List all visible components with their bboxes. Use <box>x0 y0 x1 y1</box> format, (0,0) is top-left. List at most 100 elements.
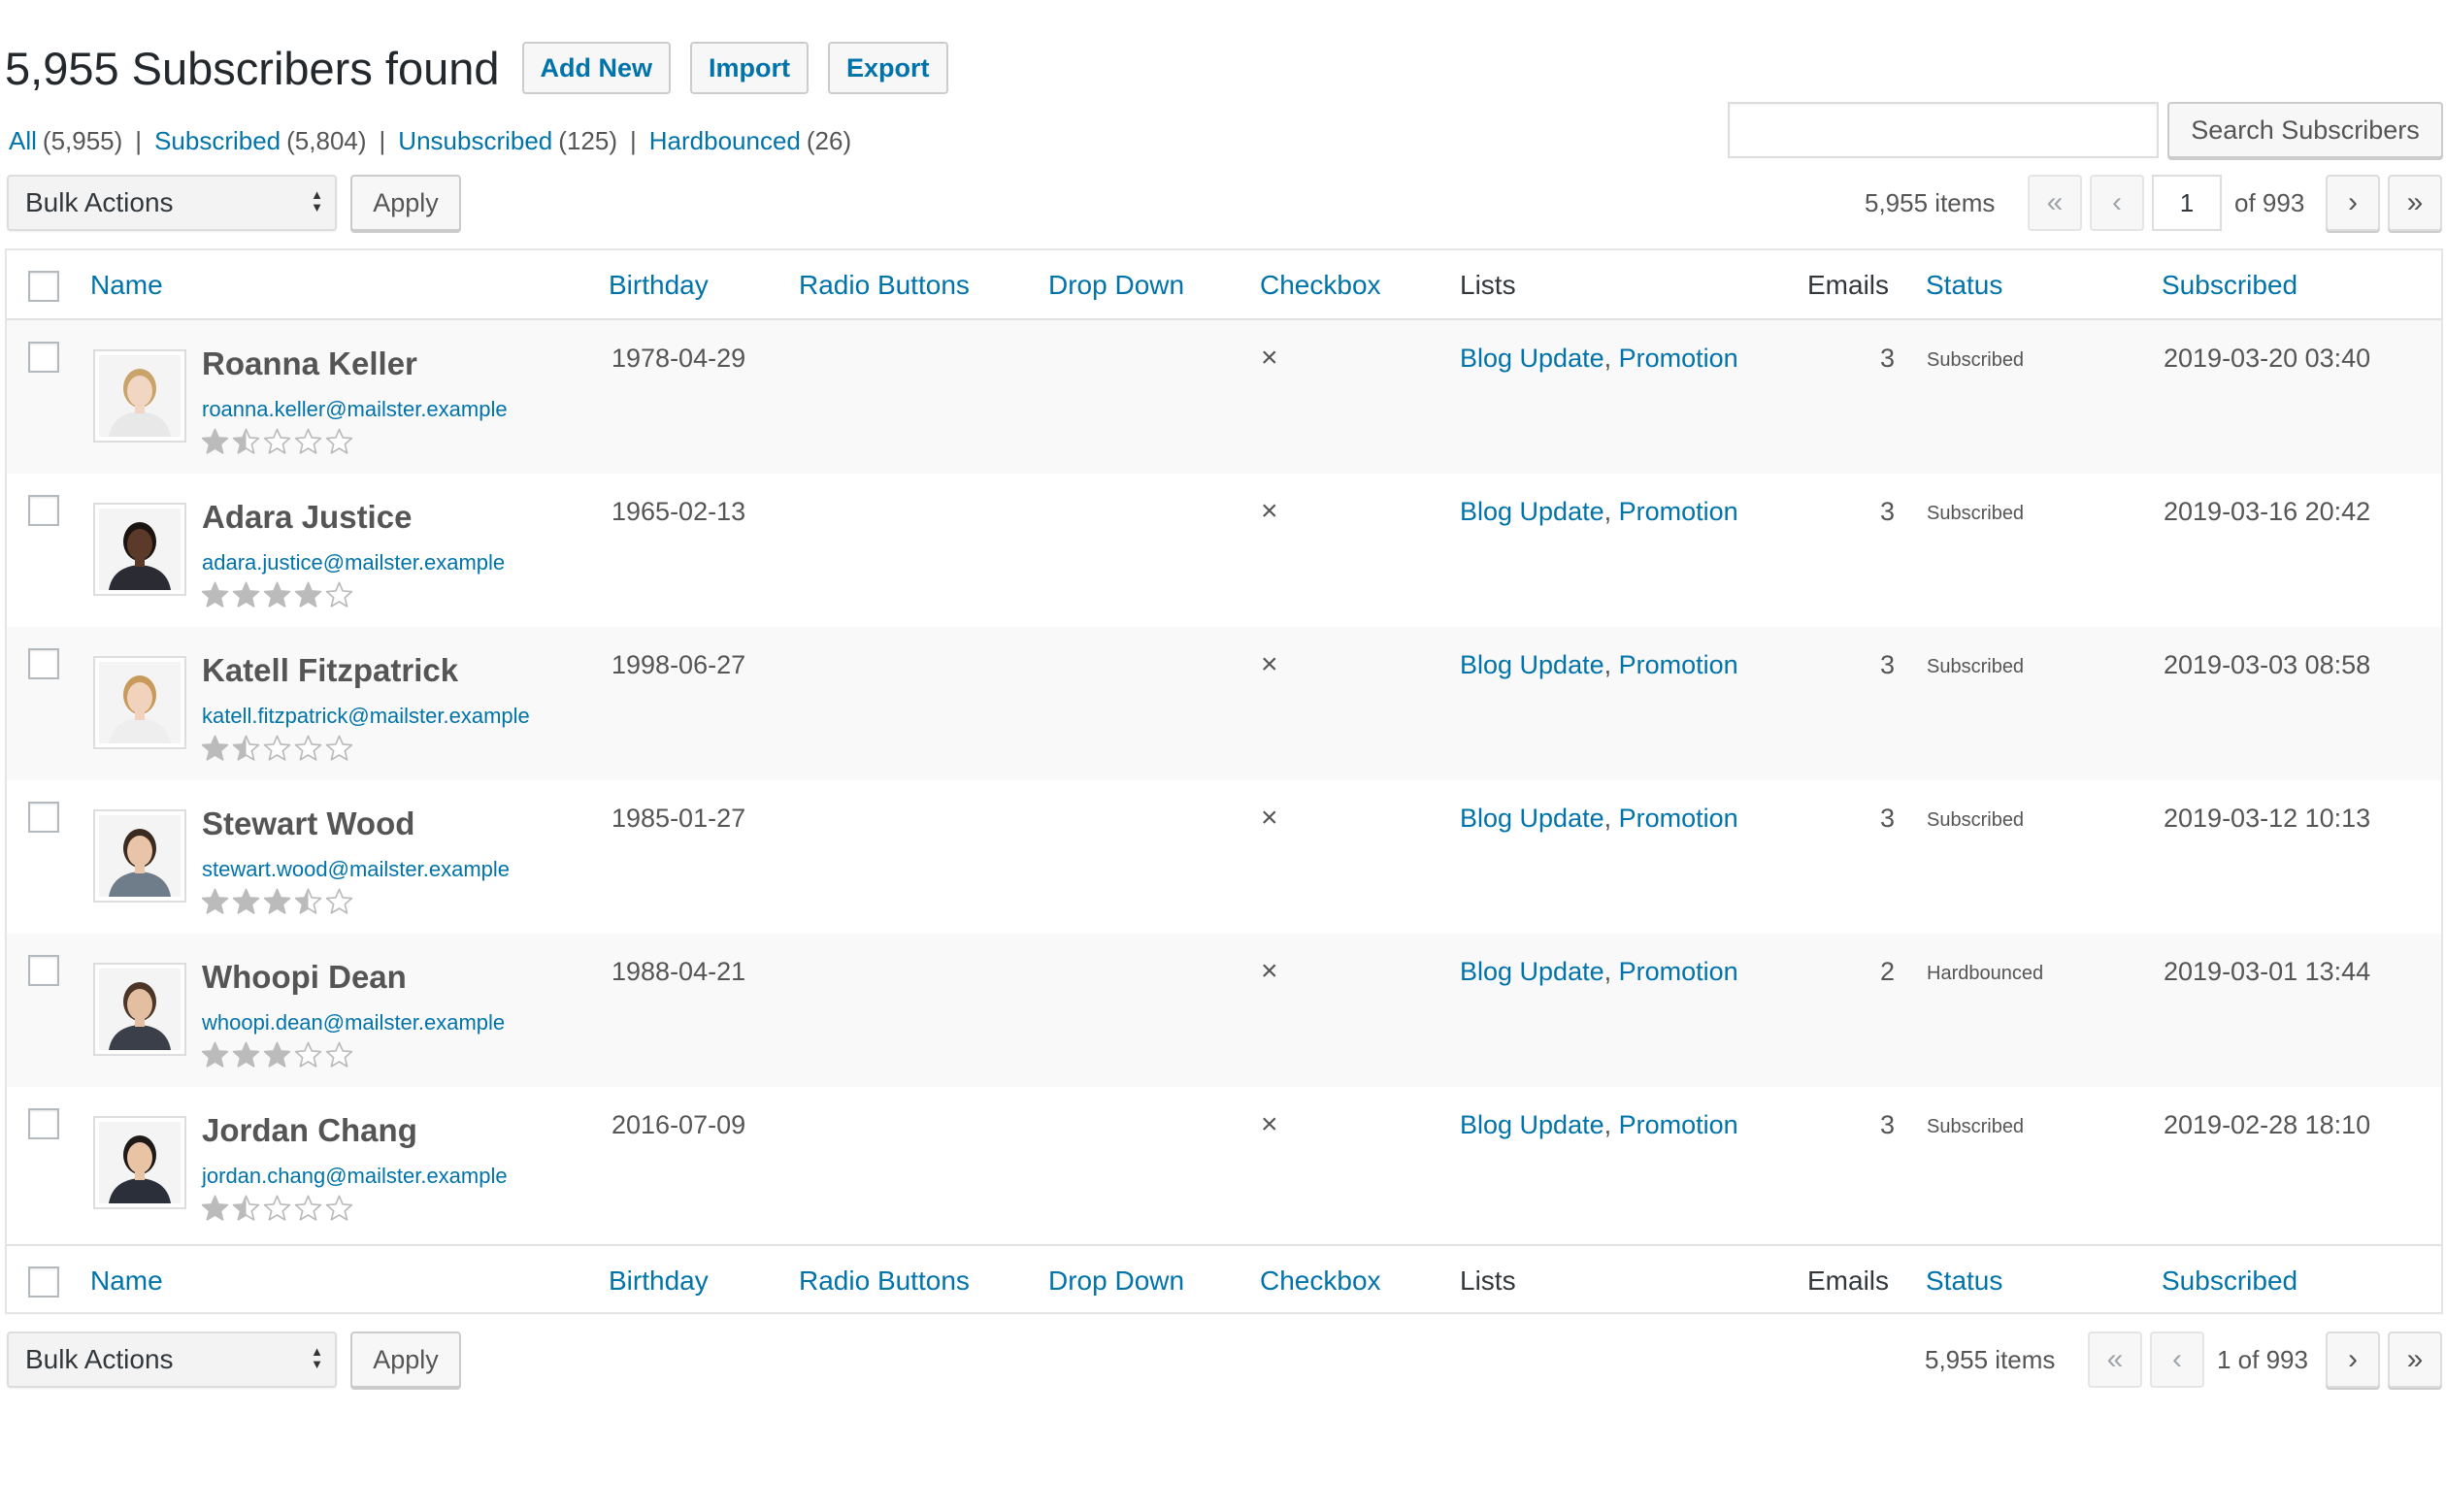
row-checkbox[interactable] <box>28 648 59 679</box>
column-status[interactable]: Status <box>1926 250 2002 320</box>
list-link-promotion[interactable]: Promotion <box>1619 344 1738 373</box>
rating-star-icon <box>201 428 229 454</box>
filter-unsubscribed[interactable]: Unsubscribed (125) <box>398 126 617 156</box>
list-link-blog-update[interactable]: Blog Update <box>1460 804 1604 833</box>
list-link-blog-update[interactable]: Blog Update <box>1460 344 1604 373</box>
bulk-actions-select[interactable]: Bulk Actions ▲ ▼ <box>7 1331 337 1388</box>
avatar-image <box>99 509 181 590</box>
column-emails: Emails <box>1807 1265 1890 1296</box>
list-link-promotion[interactable]: Promotion <box>1619 497 1738 526</box>
row-checkbox[interactable] <box>28 342 59 373</box>
list-link-blog-update[interactable]: Blog Update <box>1460 957 1604 986</box>
column-radio-buttons[interactable]: Radio Buttons <box>799 250 970 320</box>
column-radio-buttons[interactable]: Radio Buttons <box>799 1246 970 1316</box>
column-birthday[interactable]: Birthday <box>609 1246 709 1316</box>
last-page-icon[interactable]: » <box>2388 175 2442 231</box>
subscriber-email[interactable]: whoopi.dean@mailster.example <box>202 1010 505 1035</box>
subscriber-email[interactable]: jordan.chang@mailster.example <box>202 1164 508 1189</box>
apply-button[interactable]: Apply <box>350 175 461 231</box>
current-page-input[interactable]: 1 <box>2152 175 2222 231</box>
page-header: 5,955 Subscribers found Add New Import E… <box>5 39 968 97</box>
subscriber-name[interactable]: Roanna Keller <box>202 345 417 382</box>
list-link-blog-update[interactable]: Blog Update <box>1460 1110 1604 1139</box>
subscriber-email[interactable]: stewart.wood@mailster.example <box>202 857 510 882</box>
column-status[interactable]: Status <box>1926 1246 2002 1316</box>
list-link-blog-update[interactable]: Blog Update <box>1460 497 1604 526</box>
select-all-checkbox[interactable] <box>28 271 59 302</box>
subscriber-name[interactable]: Adara Justice <box>202 499 412 536</box>
birthday-value: 1978-04-29 <box>612 344 746 373</box>
rating-star-icon <box>325 888 353 914</box>
subscriber-name[interactable]: Stewart Wood <box>202 805 414 842</box>
subscriber-name[interactable]: Whoopi Dean <box>202 959 407 996</box>
search-subscribers-button[interactable]: Search Subscribers <box>2167 102 2443 158</box>
list-link-promotion[interactable]: Promotion <box>1619 650 1738 679</box>
rating-star-icon <box>201 1195 229 1221</box>
bulk-actions-select[interactable]: Bulk Actions ▲ ▼ <box>7 175 337 231</box>
apply-button[interactable]: Apply <box>350 1331 461 1388</box>
avatar-image <box>99 355 181 437</box>
rating-star-icon <box>232 581 260 608</box>
list-separator: , <box>1603 497 1612 526</box>
column-birthday[interactable]: Birthday <box>609 250 709 320</box>
next-page-icon[interactable]: › <box>2326 1331 2380 1388</box>
tablenav-bottom: Bulk Actions ▲ ▼ Apply 5,955 items « ‹ 1 … <box>0 1331 2446 1390</box>
filter-unsubscribed-label[interactable]: Unsubscribed <box>398 126 552 155</box>
column-checkbox[interactable]: Checkbox <box>1260 250 1381 320</box>
row-checkbox[interactable] <box>28 495 59 526</box>
list-link-promotion[interactable]: Promotion <box>1619 1110 1738 1139</box>
first-page-icon[interactable]: « <box>2028 175 2082 231</box>
column-name[interactable]: Name <box>90 250 163 320</box>
rating-star-icon <box>232 428 260 454</box>
export-button[interactable]: Export <box>828 42 948 94</box>
table-header: Name Birthday Radio Buttons Drop Down Ch… <box>7 250 2441 320</box>
subscriber-name[interactable]: Katell Fitzpatrick <box>202 652 458 689</box>
select-all-checkbox[interactable] <box>28 1266 59 1298</box>
column-subscribed[interactable]: Subscribed <box>2162 1246 2297 1316</box>
filter-subscribed-label[interactable]: Subscribed <box>154 126 281 155</box>
subscribed-date: 2019-03-01 13:44 <box>2164 957 2371 986</box>
first-page-icon[interactable]: « <box>2088 1331 2142 1388</box>
list-link-promotion[interactable]: Promotion <box>1619 957 1738 986</box>
subscribed-date: 2019-03-12 10:13 <box>2164 804 2371 833</box>
subscriber-email[interactable]: adara.justice@mailster.example <box>202 550 505 575</box>
column-drop-down[interactable]: Drop Down <box>1048 1246 1184 1316</box>
subscriber-email[interactable]: katell.fitzpatrick@mailster.example <box>202 704 530 729</box>
row-checkbox[interactable] <box>28 802 59 833</box>
rating-star-icon <box>263 428 291 454</box>
rating-star-icon <box>232 888 260 914</box>
list-link-promotion[interactable]: Promotion <box>1619 804 1738 833</box>
filter-hardbounced-label[interactable]: Hardbounced <box>649 126 801 155</box>
filter-hardbounced-count: (26) <box>806 126 852 155</box>
filter-subscribed[interactable]: Subscribed (5,804) <box>154 126 366 156</box>
filter-all-label[interactable]: All <box>9 126 37 155</box>
list-separator: , <box>1603 344 1612 373</box>
column-name[interactable]: Name <box>90 1246 163 1316</box>
import-button[interactable]: Import <box>690 42 810 94</box>
row-checkbox[interactable] <box>28 1108 59 1139</box>
lists-value: Blog Update, Promotion <box>1460 957 1738 987</box>
prev-page-icon[interactable]: ‹ <box>2090 175 2144 231</box>
column-checkbox[interactable]: Checkbox <box>1260 1246 1381 1316</box>
column-drop-down[interactable]: Drop Down <box>1048 250 1184 320</box>
next-page-icon[interactable]: › <box>2326 175 2380 231</box>
list-link-blog-update[interactable]: Blog Update <box>1460 650 1604 679</box>
last-page-icon[interactable]: » <box>2388 1331 2442 1388</box>
add-new-button[interactable]: Add New <box>521 42 672 94</box>
filter-all[interactable]: All (5,955) <box>9 126 122 156</box>
column-subscribed[interactable]: Subscribed <box>2162 250 2297 320</box>
filter-subscribed-count: (5,804) <box>286 126 367 155</box>
prev-page-icon[interactable]: ‹ <box>2150 1331 2204 1388</box>
filter-separator: | <box>379 126 386 155</box>
bulk-actions-value: Bulk Actions <box>25 187 174 217</box>
emails-count: 3 <box>1879 1110 1895 1139</box>
subscriber-name[interactable]: Jordan Chang <box>202 1112 417 1149</box>
subscriber-rating <box>200 581 354 608</box>
row-checkbox[interactable] <box>28 955 59 986</box>
rating-star-icon <box>325 735 353 761</box>
subscribed-date: 2019-03-03 08:58 <box>2164 650 2371 679</box>
subscriber-email[interactable]: roanna.keller@mailster.example <box>202 397 508 422</box>
search-input[interactable] <box>1728 102 2159 158</box>
filter-hardbounced[interactable]: Hardbounced (26) <box>649 126 851 156</box>
subscriber-rating <box>200 428 354 455</box>
